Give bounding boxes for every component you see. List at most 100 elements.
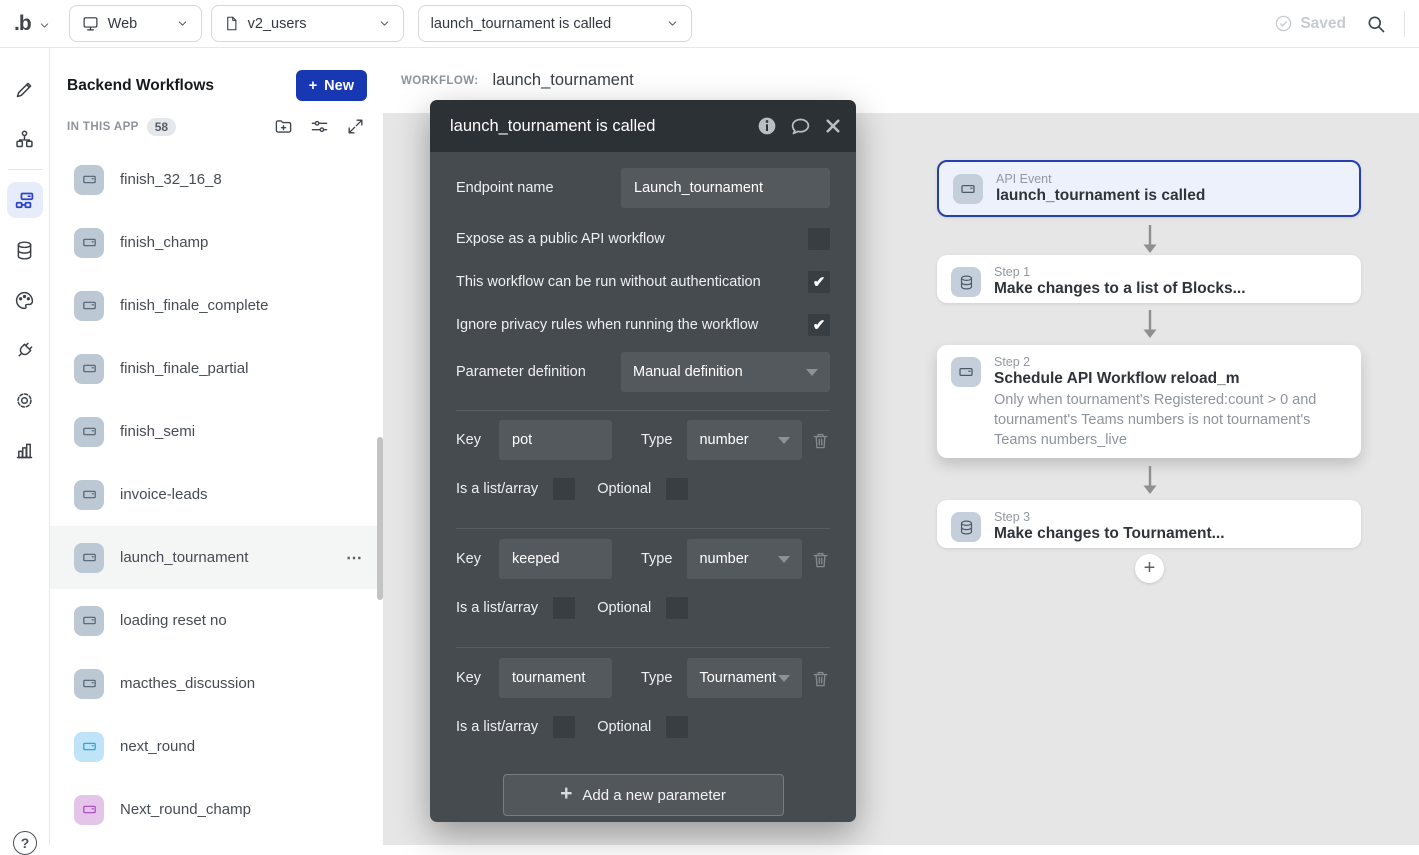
api-event-icon (74, 480, 104, 510)
optional-checkbox[interactable] (666, 716, 688, 738)
flow-arrow-icon (1142, 465, 1158, 495)
modal-header[interactable]: launch_tournament is called (430, 100, 856, 152)
api-event-icon (74, 732, 104, 762)
rail-item-logs[interactable] (0, 425, 50, 475)
param-key-input[interactable] (499, 658, 612, 698)
plug-icon (14, 340, 35, 361)
check-circle-icon (1274, 14, 1293, 33)
comment-icon[interactable] (790, 116, 811, 137)
new-workflow-button[interactable]: + New (296, 70, 367, 101)
step-3-card[interactable]: Step 3 Make changes to Tournament... (937, 500, 1361, 548)
parameter-definition-label: Parameter definition (456, 364, 586, 380)
database-icon (14, 240, 35, 261)
rail-item-data[interactable] (0, 225, 50, 275)
api-event-icon (74, 354, 104, 384)
chart-icon (14, 440, 35, 461)
workflow-list-item[interactable]: macthes_discussion (50, 652, 383, 715)
workflow-select-value: launch_tournament is called (431, 16, 657, 32)
info-icon[interactable] (757, 116, 777, 136)
api-event-icon (74, 165, 104, 195)
chevron-down-icon[interactable] (38, 19, 51, 32)
page-icon (224, 16, 239, 31)
api-event-icon (74, 543, 104, 573)
no-auth-checkbox[interactable]: ✔ (808, 271, 830, 293)
platform-select[interactable]: Web (69, 5, 202, 42)
top-bar: .b Web v2_users launch_tournament is cal… (0, 0, 1419, 48)
step-1-card[interactable]: Step 1 Make changes to a list of Blocks.… (937, 255, 1361, 303)
palette-icon (14, 290, 35, 311)
close-icon[interactable] (824, 117, 842, 135)
param-key-input[interactable] (499, 539, 612, 579)
new-folder-icon[interactable] (274, 117, 293, 136)
workflow-count-badge: 58 (147, 118, 176, 136)
rail-item-design[interactable] (0, 64, 50, 114)
expose-api-checkbox[interactable] (808, 228, 830, 250)
param-type-select[interactable]: Tournament (687, 658, 802, 698)
parameter-definition-select[interactable]: Manual definition (621, 352, 830, 392)
flow-arrow-icon (1142, 224, 1158, 254)
optional-checkbox[interactable] (666, 597, 688, 619)
plus-icon: + (309, 78, 317, 94)
expand-icon[interactable] (346, 117, 365, 136)
workflow-list-item[interactable]: finish_32_16_8 (50, 148, 383, 211)
delete-parameter-icon[interactable] (811, 431, 830, 450)
rail-item-backend-workflows[interactable] (0, 175, 50, 225)
workflow-list-item[interactable]: finish_finale_complete (50, 274, 383, 337)
pencil-icon (14, 79, 35, 100)
rail-item-settings[interactable] (0, 375, 50, 425)
workflow-list-item[interactable]: loading reset no (50, 589, 383, 652)
add-parameter-button[interactable]: + Add a new parameter (503, 774, 784, 816)
workflow-select[interactable]: launch_tournament is called (418, 5, 692, 42)
workflow-list-item[interactable]: finish_semi (50, 400, 383, 463)
is-list-checkbox[interactable] (553, 716, 575, 738)
is-list-checkbox[interactable] (553, 597, 575, 619)
endpoint-name-input[interactable] (621, 168, 830, 208)
filter-icon[interactable] (310, 117, 329, 136)
rail-item-pages[interactable] (0, 114, 50, 164)
api-event-icon (74, 417, 104, 447)
step-2-card[interactable]: Step 2 Schedule API Workflow reload_m On… (937, 345, 1361, 458)
param-type-select[interactable]: number (687, 539, 802, 579)
step-condition: Only when tournament's Registered:count … (994, 390, 1347, 450)
help-icon[interactable]: ? (13, 831, 37, 855)
ignore-privacy-checkbox[interactable]: ✔ (808, 314, 830, 336)
chevron-down-icon (176, 17, 189, 30)
api-event-icon (74, 291, 104, 321)
search-icon[interactable] (1366, 14, 1386, 34)
optional-checkbox[interactable] (666, 478, 688, 500)
api-event-icon (74, 228, 104, 258)
chevron-down-icon (378, 17, 391, 30)
workflow-list-item[interactable]: invoice-leads (50, 463, 383, 526)
api-event-icon (74, 669, 104, 699)
saved-status: Saved (1274, 14, 1346, 33)
workflow-list-item-selected[interactable]: launch_tournament ⋯ (50, 526, 383, 589)
rail-item-styles[interactable] (0, 275, 50, 325)
param-type-select[interactable]: number (687, 420, 802, 460)
param-key-input[interactable] (499, 420, 612, 460)
chevron-down-icon (778, 556, 790, 563)
api-event-icon (74, 606, 104, 636)
sidebar-scrollbar[interactable] (377, 437, 383, 600)
rail-divider (8, 169, 42, 170)
api-event-card[interactable]: API Event launch_tournament is called (937, 160, 1361, 217)
workflow-list-item[interactable]: finish_champ (50, 211, 383, 274)
topbar-divider (1404, 11, 1405, 37)
workflow-list-item[interactable]: next_round (50, 715, 383, 778)
delete-parameter-icon[interactable] (811, 669, 830, 688)
database-icon (951, 267, 981, 297)
backend-workflows-icon (7, 182, 43, 218)
gear-icon (14, 390, 35, 411)
delete-parameter-icon[interactable] (811, 550, 830, 569)
rail-item-plugins[interactable] (0, 325, 50, 375)
workflow-list-item[interactable]: finish_finale_partial (50, 337, 383, 400)
plus-icon: + (1144, 557, 1156, 580)
chevron-down-icon (806, 369, 818, 376)
add-step-button[interactable]: + (1135, 554, 1164, 583)
item-menu-button[interactable]: ⋯ (340, 548, 369, 568)
page-select[interactable]: v2_users (211, 5, 404, 42)
left-icon-rail: ? (0, 48, 50, 845)
is-list-checkbox[interactable] (553, 478, 575, 500)
workflow-list-item[interactable]: Next_round_champ (50, 778, 383, 841)
workflow-name: launch_tournament (492, 71, 633, 90)
bubble-logo[interactable]: .b (14, 12, 31, 36)
